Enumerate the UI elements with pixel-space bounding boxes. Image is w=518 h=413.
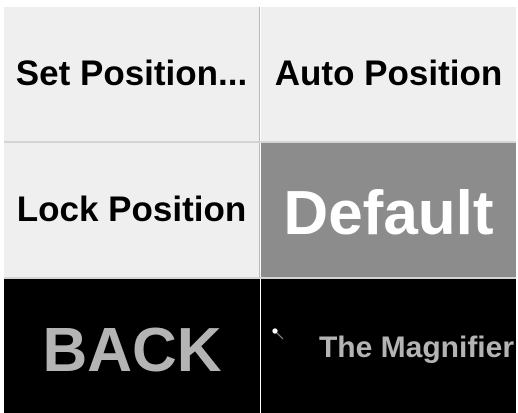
set-position-button[interactable]: Set Position... [4, 7, 260, 141]
magnifier-pointer-icon [272, 328, 284, 340]
magnifier-button[interactable]: The Magnifier [261, 279, 516, 413]
default-button[interactable]: Default [261, 143, 516, 277]
set-position-label: Set Position... [15, 54, 248, 93]
back-button[interactable]: BACK [4, 279, 260, 413]
magnifier-menu-grid: Set Position... Auto Position Lock Posit… [0, 0, 518, 413]
auto-position-button[interactable]: Auto Position [261, 7, 516, 141]
back-label: BACK [42, 315, 222, 385]
default-label: Default [283, 178, 494, 248]
magnifier-label: The Magnifier [318, 331, 514, 364]
lock-position-label: Lock Position [16, 190, 247, 229]
lock-position-button[interactable]: Lock Position [4, 143, 260, 277]
auto-position-label: Auto Position [274, 54, 503, 93]
